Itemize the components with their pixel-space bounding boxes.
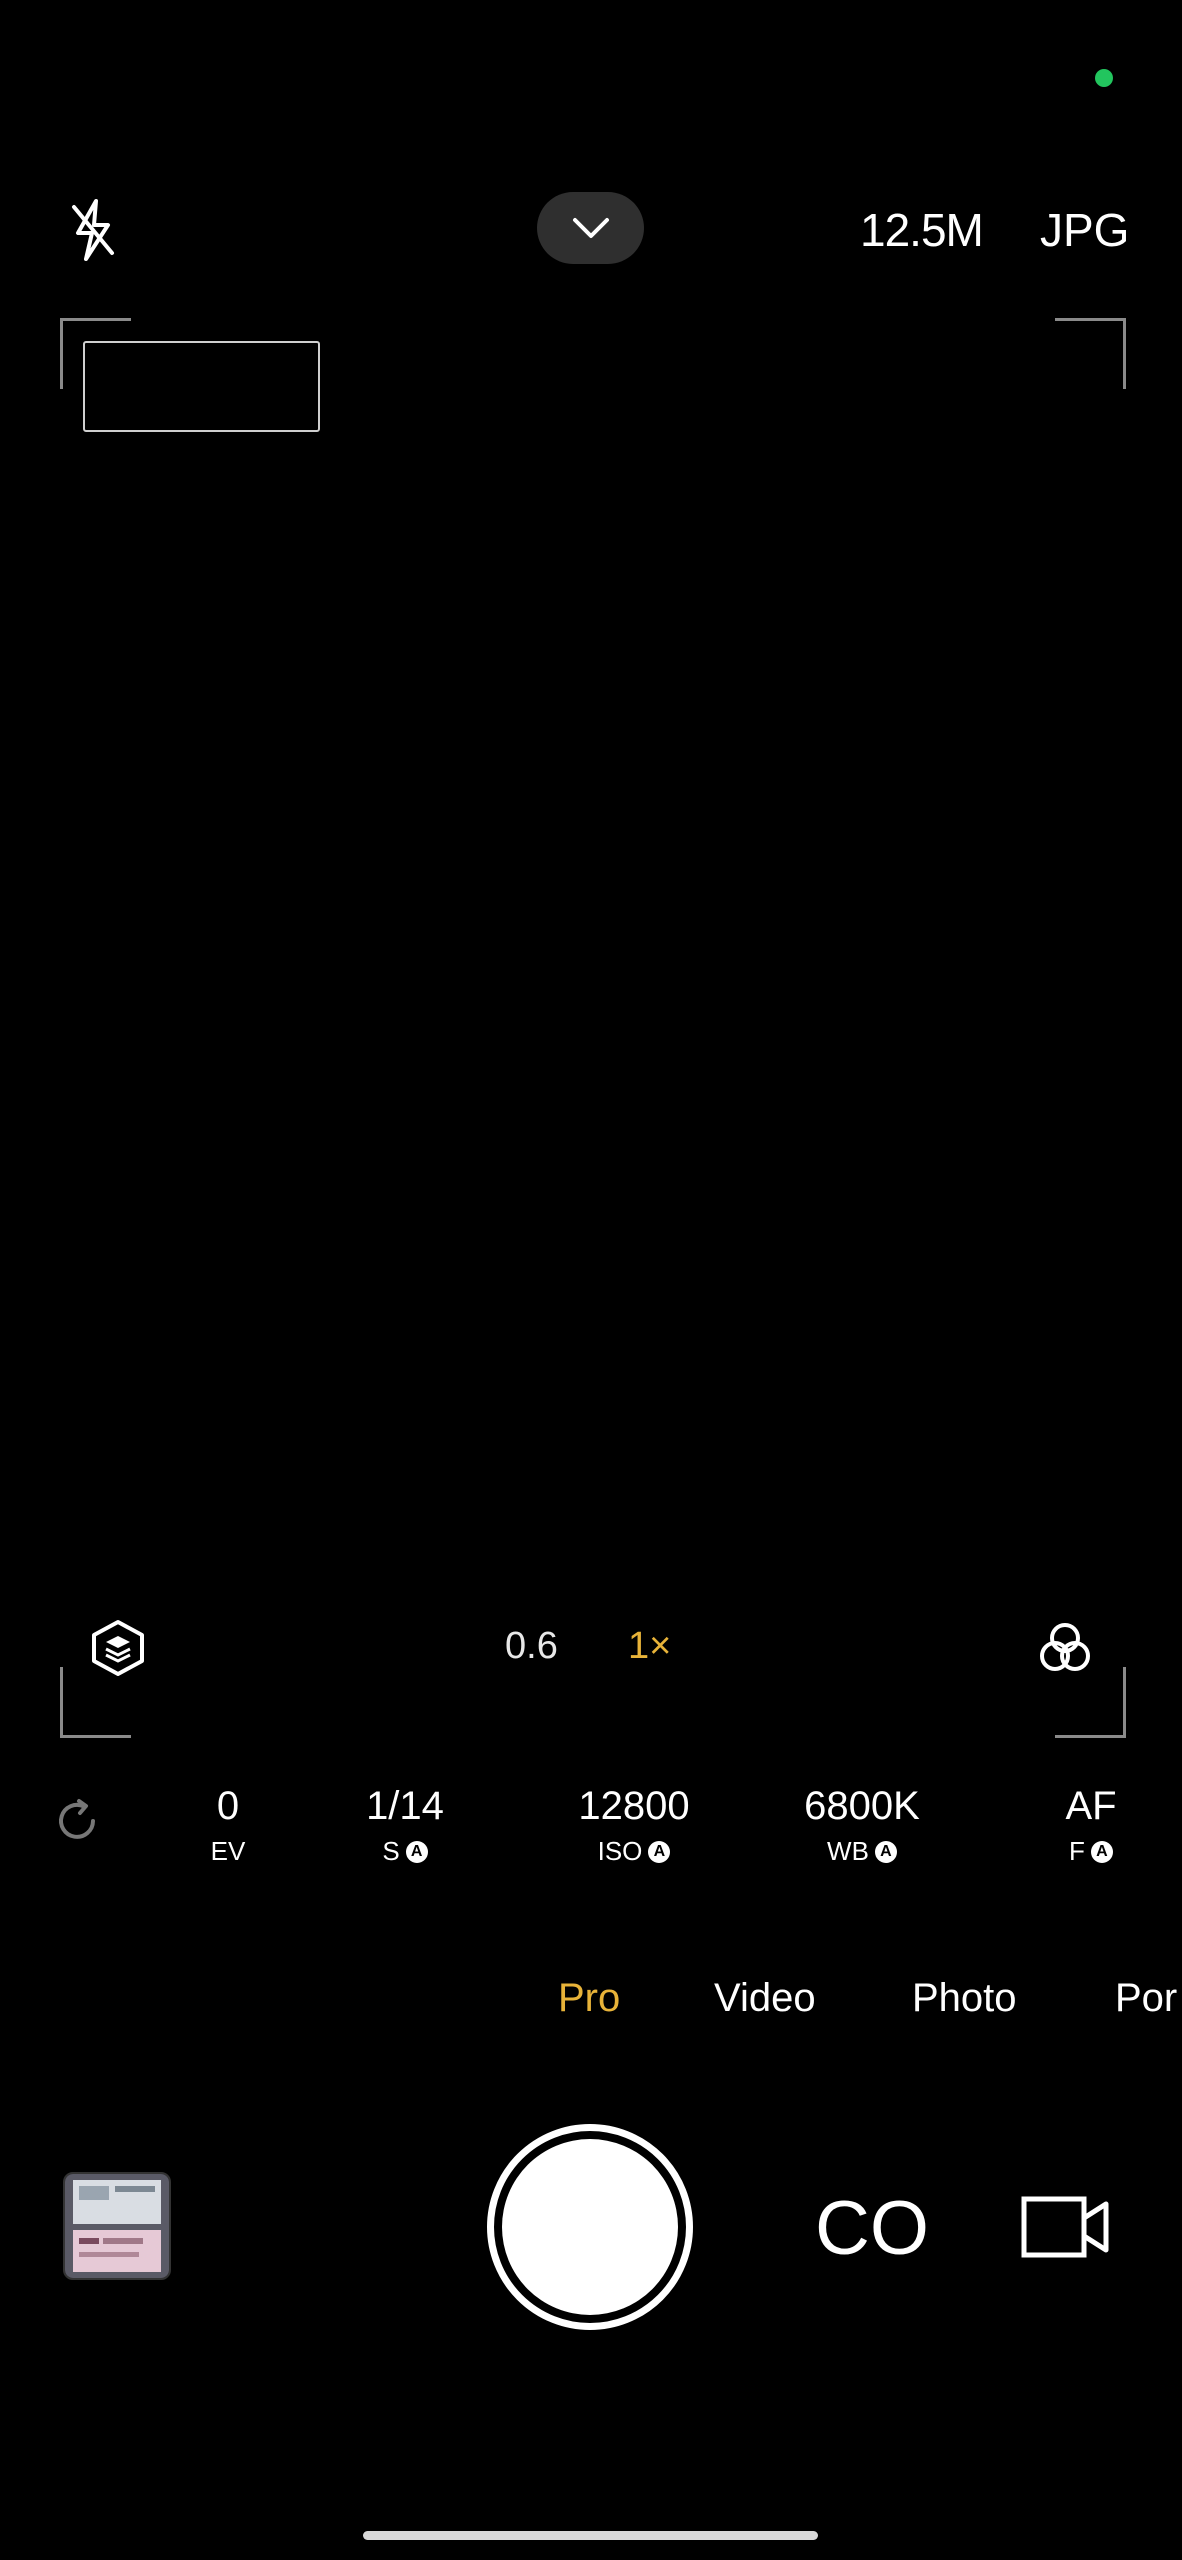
mode-pro[interactable]: Pro <box>558 1976 620 2021</box>
auto-badge: A <box>1090 1840 1113 1863</box>
shutter-speed-label: S <box>382 1836 400 1866</box>
focus-label: F <box>1069 1836 1085 1866</box>
more-settings-button[interactable] <box>537 192 644 264</box>
co-button[interactable]: CO <box>815 2185 929 2272</box>
frame-corner-top-right <box>1055 318 1126 389</box>
privacy-indicator-dot <box>1095 69 1113 87</box>
zoom-1x-button[interactable]: 1× <box>628 1625 671 1668</box>
flash-off-icon[interactable] <box>68 195 118 265</box>
mode-video[interactable]: Video <box>714 1976 816 2021</box>
auto-badge: A <box>405 1840 428 1863</box>
filters-icon[interactable] <box>1035 1618 1095 1678</box>
reset-params-icon[interactable] <box>53 1797 101 1845</box>
home-indicator[interactable] <box>363 2531 818 2540</box>
shutter-speed-param[interactable]: 1/14 SA <box>330 1782 480 1867</box>
zoom-0-6-button[interactable]: 0.6 <box>505 1625 558 1668</box>
auto-badge: A <box>648 1840 671 1863</box>
auto-badge: A <box>874 1840 897 1863</box>
wb-value: 6800K <box>804 1784 920 1828</box>
resolution-button[interactable]: 12.5M <box>860 203 984 257</box>
chevron-down-icon <box>572 218 609 238</box>
ev-value: 0 <box>216 1784 240 1828</box>
shutter-speed-value: 1/14 <box>366 1784 444 1828</box>
ev-param[interactable]: 0 EV <box>153 1782 303 1867</box>
video-camera-icon[interactable] <box>1020 2194 1112 2260</box>
wb-label: WB <box>827 1836 869 1866</box>
wb-param[interactable]: 6800K WB A <box>787 1782 937 1867</box>
shutter-button[interactable] <box>487 2124 693 2330</box>
iso-value: 12800 <box>578 1784 690 1828</box>
mode-photo[interactable]: Photo <box>912 1976 1017 2021</box>
shutter-button-inner <box>502 2139 678 2315</box>
layers-icon[interactable] <box>88 1618 148 1678</box>
histogram <box>83 341 320 432</box>
ev-label: EV <box>210 1836 246 1866</box>
gallery-thumbnail[interactable] <box>63 2172 171 2280</box>
focus-param[interactable]: AF FA <box>1016 1782 1166 1867</box>
focus-value: AF <box>1065 1784 1117 1828</box>
format-button[interactable]: JPG <box>1040 203 1129 257</box>
iso-label: ISO <box>597 1836 643 1866</box>
mode-portrait[interactable]: Por <box>1115 1976 1182 2021</box>
iso-param[interactable]: 12800 ISO A <box>559 1782 709 1867</box>
